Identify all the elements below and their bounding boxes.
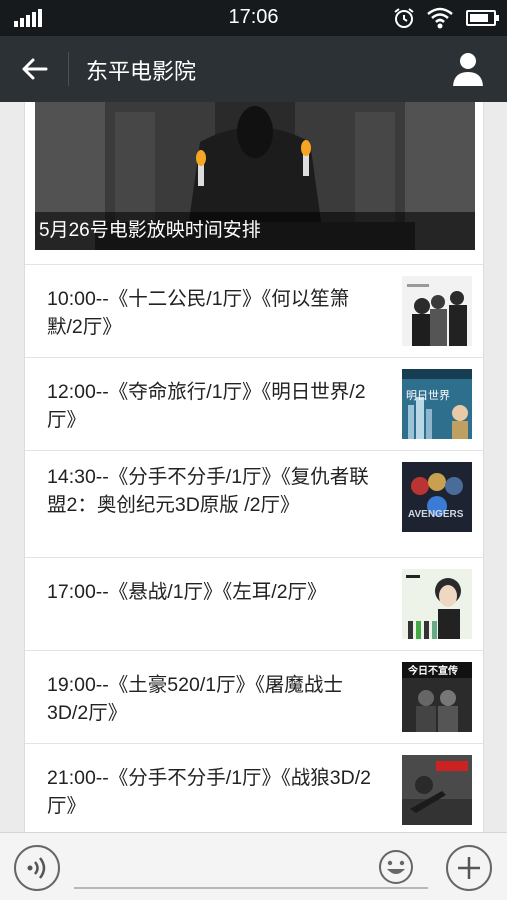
poster-title: AVENGERS — [408, 509, 464, 520]
user-icon[interactable] — [448, 50, 488, 88]
poster-thumbnail: 今日不宣传 — [402, 662, 472, 732]
schedule-list: 10:00--《十二公民/1厅》《何以笙箫默/2厅》 12:00--《夺命旅行/… — [25, 264, 483, 832]
plus-icon — [458, 857, 480, 879]
status-bar: 17:06 — [0, 0, 507, 36]
poster-title: 今日不宣传 — [407, 664, 458, 677]
schedule-text: 14:30--《分手不分手/1厅》《复仇者联盟2：奥创纪元3D原版 /2厅》 — [47, 466, 369, 516]
poster-thumbnail — [402, 276, 472, 346]
wifi-icon — [427, 7, 453, 29]
message-input[interactable] — [74, 847, 428, 889]
nav-divider — [68, 52, 69, 86]
schedule-text: 17:00--《悬战/1厅》《左耳/2厅》 — [47, 581, 327, 603]
list-item[interactable]: 14:30--《分手不分手/1厅》《复仇者联盟2：奥创纪元3D原版 /2厅》 A… — [25, 450, 483, 557]
plus-button[interactable] — [446, 845, 492, 891]
poster-thumbnail — [402, 569, 472, 639]
poster-thumbnail: AVENGERS — [402, 462, 472, 532]
poster-thumbnail — [402, 755, 472, 825]
nav-bar: 东平电影院 — [0, 36, 507, 102]
list-item[interactable]: 19:00--《土豪520/1厅》《屠魔战士3D/2厅》 今日不宣传 — [25, 650, 483, 743]
back-arrow-icon[interactable] — [12, 48, 56, 90]
schedule-text: 10:00--《十二公民/1厅》《何以笙箫默/2厅》 — [47, 288, 350, 338]
list-item[interactable]: 17:00--《悬战/1厅》《左耳/2厅》 — [25, 557, 483, 650]
page-title: 东平电影院 — [86, 59, 197, 84]
poster-thumbnail: 明日世界 — [402, 369, 472, 439]
banner-caption: 5月26号电影放映时间安排 — [35, 212, 475, 250]
article-content: 5月26号电影放映时间安排 10:00--《十二公民/1厅》《何以笙箫默/2厅》 — [24, 102, 484, 832]
schedule-text: 19:00--《土豪520/1厅》《屠魔战士3D/2厅》 — [47, 674, 343, 724]
schedule-text: 12:00--《夺命旅行/1厅》《明日世界/2厅》 — [47, 381, 366, 431]
voice-button[interactable] — [14, 845, 60, 891]
input-bar — [0, 832, 507, 900]
list-item[interactable]: 10:00--《十二公民/1厅》《何以笙箫默/2厅》 — [25, 264, 483, 357]
banner-image[interactable]: 5月26号电影放映时间安排 — [35, 102, 475, 250]
alarm-icon — [394, 8, 414, 28]
emoji-icon[interactable] — [378, 849, 414, 885]
list-item[interactable]: 12:00--《夺命旅行/1厅》《明日世界/2厅》 明日世界 — [25, 357, 483, 450]
voice-icon — [27, 857, 46, 879]
poster-title: 明日世界 — [406, 389, 450, 402]
list-item[interactable]: 21:00--《分手不分手/1厅》《战狼3D/2厅》 — [25, 743, 483, 832]
battery-icon — [466, 10, 499, 26]
schedule-text: 21:00--《分手不分手/1厅》《战狼3D/2厅》 — [47, 767, 371, 817]
